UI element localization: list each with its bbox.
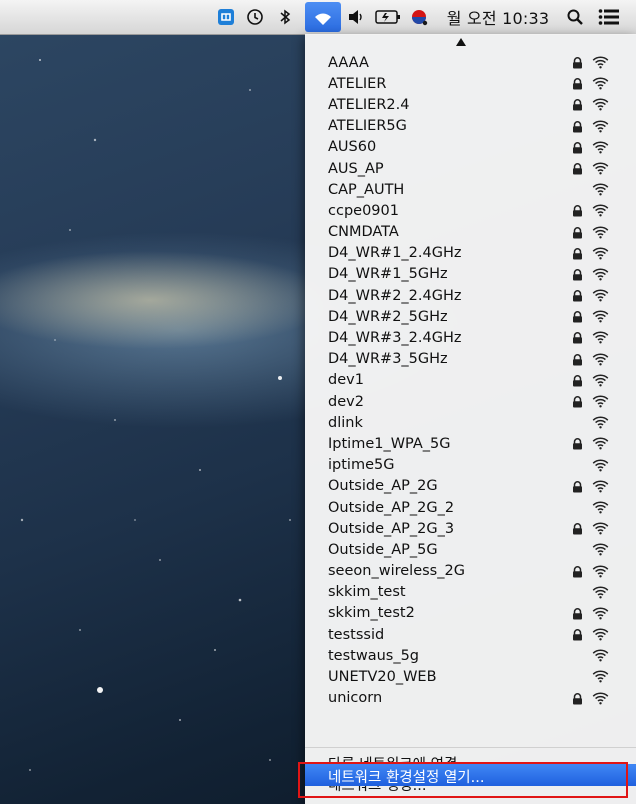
network-item[interactable]: ATELIER5G [305, 116, 636, 137]
network-name: ATELIER5G [328, 118, 407, 135]
network-name: dev1 [328, 372, 364, 389]
network-item[interactable]: testssid [305, 624, 636, 645]
network-item[interactable]: unicorn [305, 688, 636, 709]
spotlight-icon[interactable] [562, 0, 588, 34]
network-item[interactable]: ATELIER [305, 73, 636, 94]
network-item[interactable]: skkim_test [305, 582, 636, 603]
network-item[interactable]: ATELIER2.4 [305, 94, 636, 115]
network-list: AAAA ATELIER ATELIER2.4 ATELIER5G AUS60 AUS_A… [305, 52, 636, 709]
network-name: seeon_wireless_2G [328, 563, 465, 580]
network-name: ATELIER [328, 75, 387, 92]
network-name: Outside_AP_2G [328, 478, 438, 495]
network-name: ccpe0901 [328, 202, 399, 219]
scroll-up-arrow-icon[interactable] [456, 38, 466, 46]
network-name: D4_WR#2_5GHz [328, 308, 448, 325]
network-name: testwaus_5g [328, 647, 420, 664]
network-item[interactable]: Outside_AP_2G_3 [305, 518, 636, 539]
app-icon[interactable] [214, 0, 238, 34]
wifi-dropdown-menu: AAAA ATELIER ATELIER2.4 ATELIER5G AUS60 AUS_A… [305, 34, 636, 804]
network-item[interactable]: D4_WR#1_2.4GHz [305, 243, 636, 264]
highlight-annotation-box [298, 762, 628, 798]
network-name: skkim_test [328, 584, 406, 601]
user-status-icon[interactable] [407, 0, 431, 34]
network-item[interactable]: D4_WR#3_2.4GHz [305, 327, 636, 348]
network-name: D4_WR#3_2.4GHz [328, 330, 462, 347]
network-item[interactable]: CNMDATA [305, 222, 636, 243]
bluetooth-icon[interactable] [275, 0, 295, 34]
network-item[interactable]: dev1 [305, 370, 636, 391]
network-name: ATELIER2.4 [328, 96, 410, 113]
network-name: testssid [328, 626, 385, 643]
network-item[interactable]: D4_WR#1_5GHz [305, 264, 636, 285]
network-name: D4_WR#2_2.4GHz [328, 287, 462, 304]
network-name: Outside_AP_2G_2 [328, 499, 455, 516]
network-item[interactable]: D4_WR#2_5GHz [305, 306, 636, 327]
network-name: D4_WR#1_5GHz [328, 266, 448, 283]
network-name: D4_WR#1_2.4GHz [328, 245, 462, 262]
network-item[interactable]: testwaus_5g [305, 645, 636, 666]
network-item[interactable]: D4_WR#2_2.4GHz [305, 285, 636, 306]
network-name: D4_WR#3_5GHz [328, 351, 448, 368]
volume-icon[interactable] [345, 0, 369, 34]
network-name: unicorn [328, 690, 383, 707]
network-item[interactable]: AUS60 [305, 137, 636, 158]
network-item[interactable]: dlink [305, 412, 636, 433]
network-name: AAAA [328, 54, 369, 71]
network-item[interactable]: skkim_test2 [305, 603, 636, 624]
network-item[interactable]: Outside_AP_2G_2 [305, 497, 636, 518]
network-item[interactable]: seeon_wireless_2G [305, 561, 636, 582]
battery-icon[interactable] [373, 0, 403, 34]
network-name: CNMDATA [328, 224, 399, 241]
network-item[interactable]: D4_WR#3_5GHz [305, 349, 636, 370]
wifi-icon[interactable] [305, 2, 341, 32]
network-name: UNETV20_WEB [328, 669, 437, 686]
network-item[interactable]: AUS_AP [305, 158, 636, 179]
network-item[interactable]: Outside_AP_5G [305, 539, 636, 560]
network-item[interactable]: UNETV20_WEB [305, 666, 636, 687]
network-name: Iptime1_WPA_5G [328, 435, 451, 452]
time-machine-icon[interactable] [243, 0, 267, 34]
menu-separator [305, 747, 636, 748]
network-item[interactable]: iptime5G [305, 455, 636, 476]
network-item[interactable]: ccpe0901 [305, 200, 636, 221]
network-item[interactable]: CAP_AUTH [305, 179, 636, 200]
menu-bar: 월 오전 10:33 [0, 0, 636, 35]
menubar-clock[interactable]: 월 오전 10:33 [437, 0, 559, 34]
network-name: AUS60 [328, 139, 377, 156]
network-item[interactable]: Iptime1_WPA_5G [305, 433, 636, 454]
network-name: CAP_AUTH [328, 181, 405, 198]
network-name: Outside_AP_5G [328, 541, 438, 558]
network-name: dev2 [328, 393, 364, 410]
network-name: iptime5G [328, 457, 395, 474]
network-name: dlink [328, 414, 363, 431]
network-item[interactable]: Outside_AP_2G [305, 476, 636, 497]
network-item[interactable]: AAAA [305, 52, 636, 73]
network-item[interactable]: dev2 [305, 391, 636, 412]
network-name: skkim_test2 [328, 605, 415, 622]
network-name: Outside_AP_2G_3 [328, 520, 455, 537]
notification-center-icon[interactable] [594, 0, 624, 34]
network-name: AUS_AP [328, 160, 384, 177]
